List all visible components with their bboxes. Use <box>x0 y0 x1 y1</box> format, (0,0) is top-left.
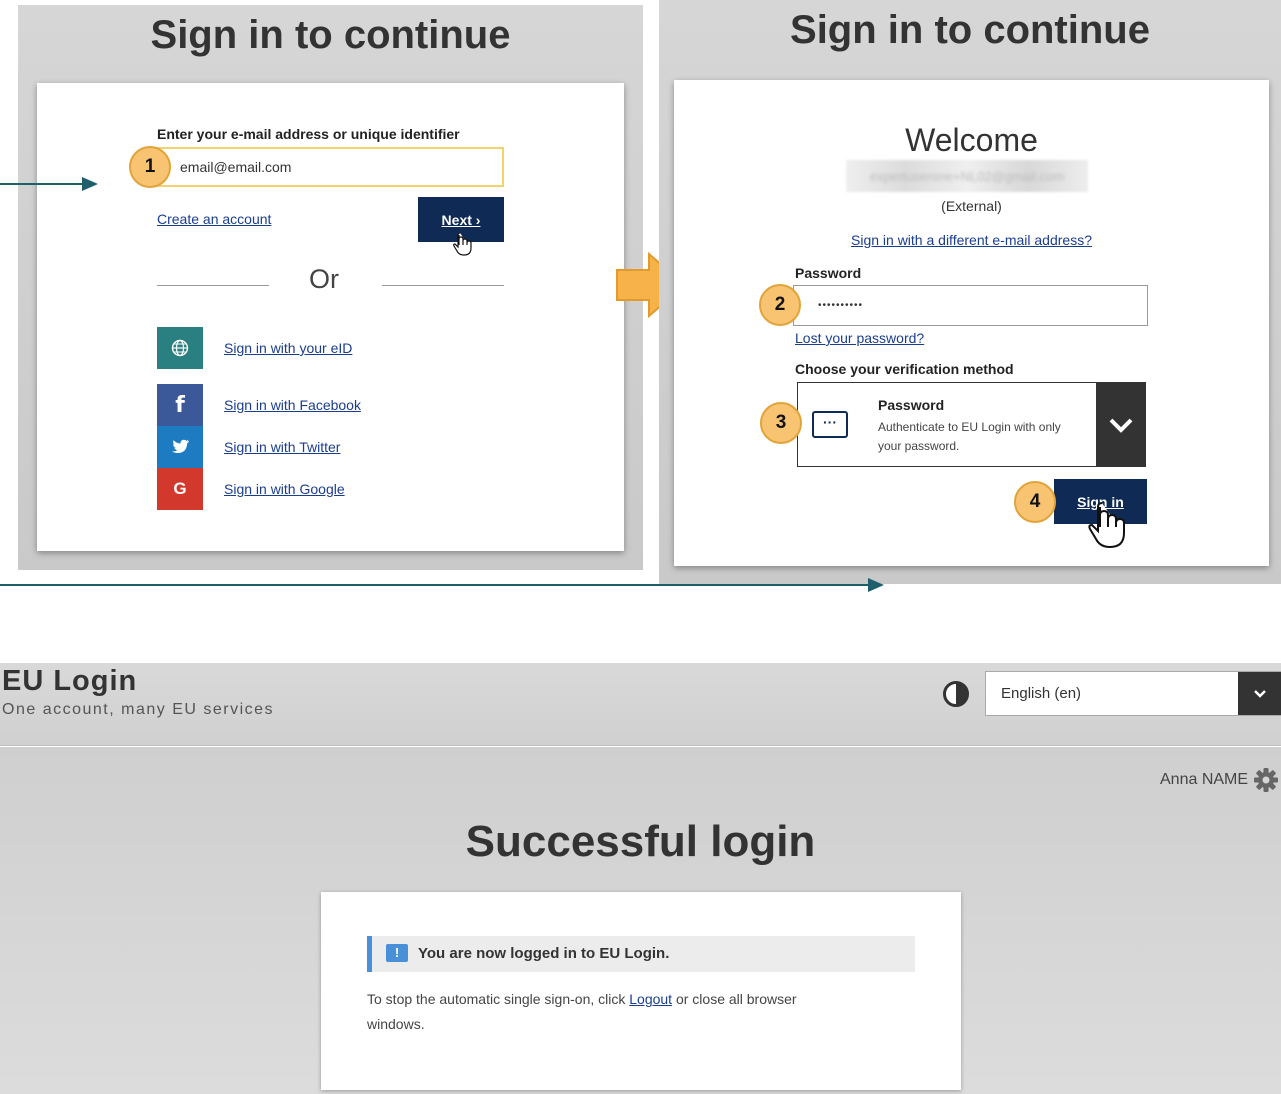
method-desc-2: your password. <box>878 439 960 453</box>
method-desc-1: Authenticate to EU Login with only <box>878 420 1061 434</box>
verification-label: Choose your verification method <box>795 361 1014 377</box>
chevron-down-icon[interactable] <box>1096 383 1146 466</box>
step-badge-4: 4 <box>1014 481 1056 523</box>
info-icon: ! <box>386 944 408 962</box>
chevron-down-icon[interactable] <box>1238 672 1281 715</box>
language-select[interactable]: English (en) <box>985 671 1281 716</box>
google-icon: G <box>157 468 203 510</box>
lost-password-link[interactable]: Lost your password? <box>795 330 924 346</box>
success-card: ! You are now logged in to EU Login. To … <box>321 892 961 1090</box>
password-value: •••••••••• <box>818 300 864 311</box>
globe-icon <box>157 327 203 369</box>
verification-method-select[interactable]: ··· Password Authenticate to EU Login wi… <box>797 382 1146 467</box>
social-link-facebook[interactable]: Sign in with Facebook <box>224 397 361 413</box>
eu-login-subtitle: One account, many EU services <box>2 701 275 718</box>
dots-icon: ··· <box>812 411 848 438</box>
password-field[interactable]: •••••••••• <box>793 285 1148 326</box>
step-badge-2: 2 <box>759 284 801 326</box>
or-divider-right <box>382 285 504 286</box>
right-panel-title: Sign in to continue <box>790 8 1150 52</box>
hand-cursor-icon <box>1088 502 1125 549</box>
method-title: Password <box>878 397 945 413</box>
email-field[interactable]: email@email.com <box>148 147 504 187</box>
notice-text: You are now logged in to EU Login. <box>418 945 670 962</box>
or-divider-left <box>157 285 269 286</box>
blurred-email: expertuserone+NL02@gmail.com <box>846 160 1088 192</box>
eu-login-title: EU Login <box>2 665 138 697</box>
info-text: To stop the automatic single sign-on, cl… <box>367 991 797 1032</box>
welcome-heading: Welcome <box>905 122 1038 158</box>
left-panel-title: Sign in to continue <box>150 13 511 57</box>
gear-icon[interactable] <box>1252 766 1280 794</box>
create-account-link[interactable]: Create an account <box>157 211 271 227</box>
eu-login-header: EU Login One account, many EU services E… <box>0 663 1281 746</box>
social-link-google[interactable]: Sign in with Google <box>224 481 345 497</box>
different-email-link[interactable]: Sign in with a different e-mail address? <box>674 232 1269 248</box>
language-value: English (en) <box>1001 685 1082 702</box>
logout-link[interactable]: Logout <box>629 991 672 1007</box>
page-title: Successful login <box>465 817 816 866</box>
step-badge-1: 1 <box>129 146 171 188</box>
twitter-icon <box>157 426 203 468</box>
step-badge-3: 3 <box>760 402 802 444</box>
social-link-twitter[interactable]: Sign in with Twitter <box>224 439 340 455</box>
hand-cursor-icon <box>453 233 472 256</box>
facebook-icon: f <box>157 384 203 426</box>
eu-login-body: Anna NAME Successful login ! You are now… <box>0 747 1281 1094</box>
password-label: Password <box>795 265 862 281</box>
right-login-card: Welcome expertuserone+NL02@gmail.com (Ex… <box>674 80 1269 566</box>
account-type: (External) <box>941 198 1002 214</box>
social-link-eid[interactable]: Sign in with your eID <box>224 340 352 356</box>
or-label: Or <box>309 264 339 294</box>
notice-box: ! You are now logged in to EU Login. <box>367 936 915 972</box>
connector-arrow-top-left <box>0 177 98 191</box>
left-login-card: Enter your e-mail address or unique iden… <box>37 83 624 551</box>
user-name[interactable]: Anna NAME <box>1160 771 1248 789</box>
email-value: email@email.com <box>180 159 292 175</box>
connector-arrow-bottom <box>0 578 884 592</box>
email-label: Enter your e-mail address or unique iden… <box>157 126 460 142</box>
contrast-icon[interactable] <box>943 681 969 707</box>
